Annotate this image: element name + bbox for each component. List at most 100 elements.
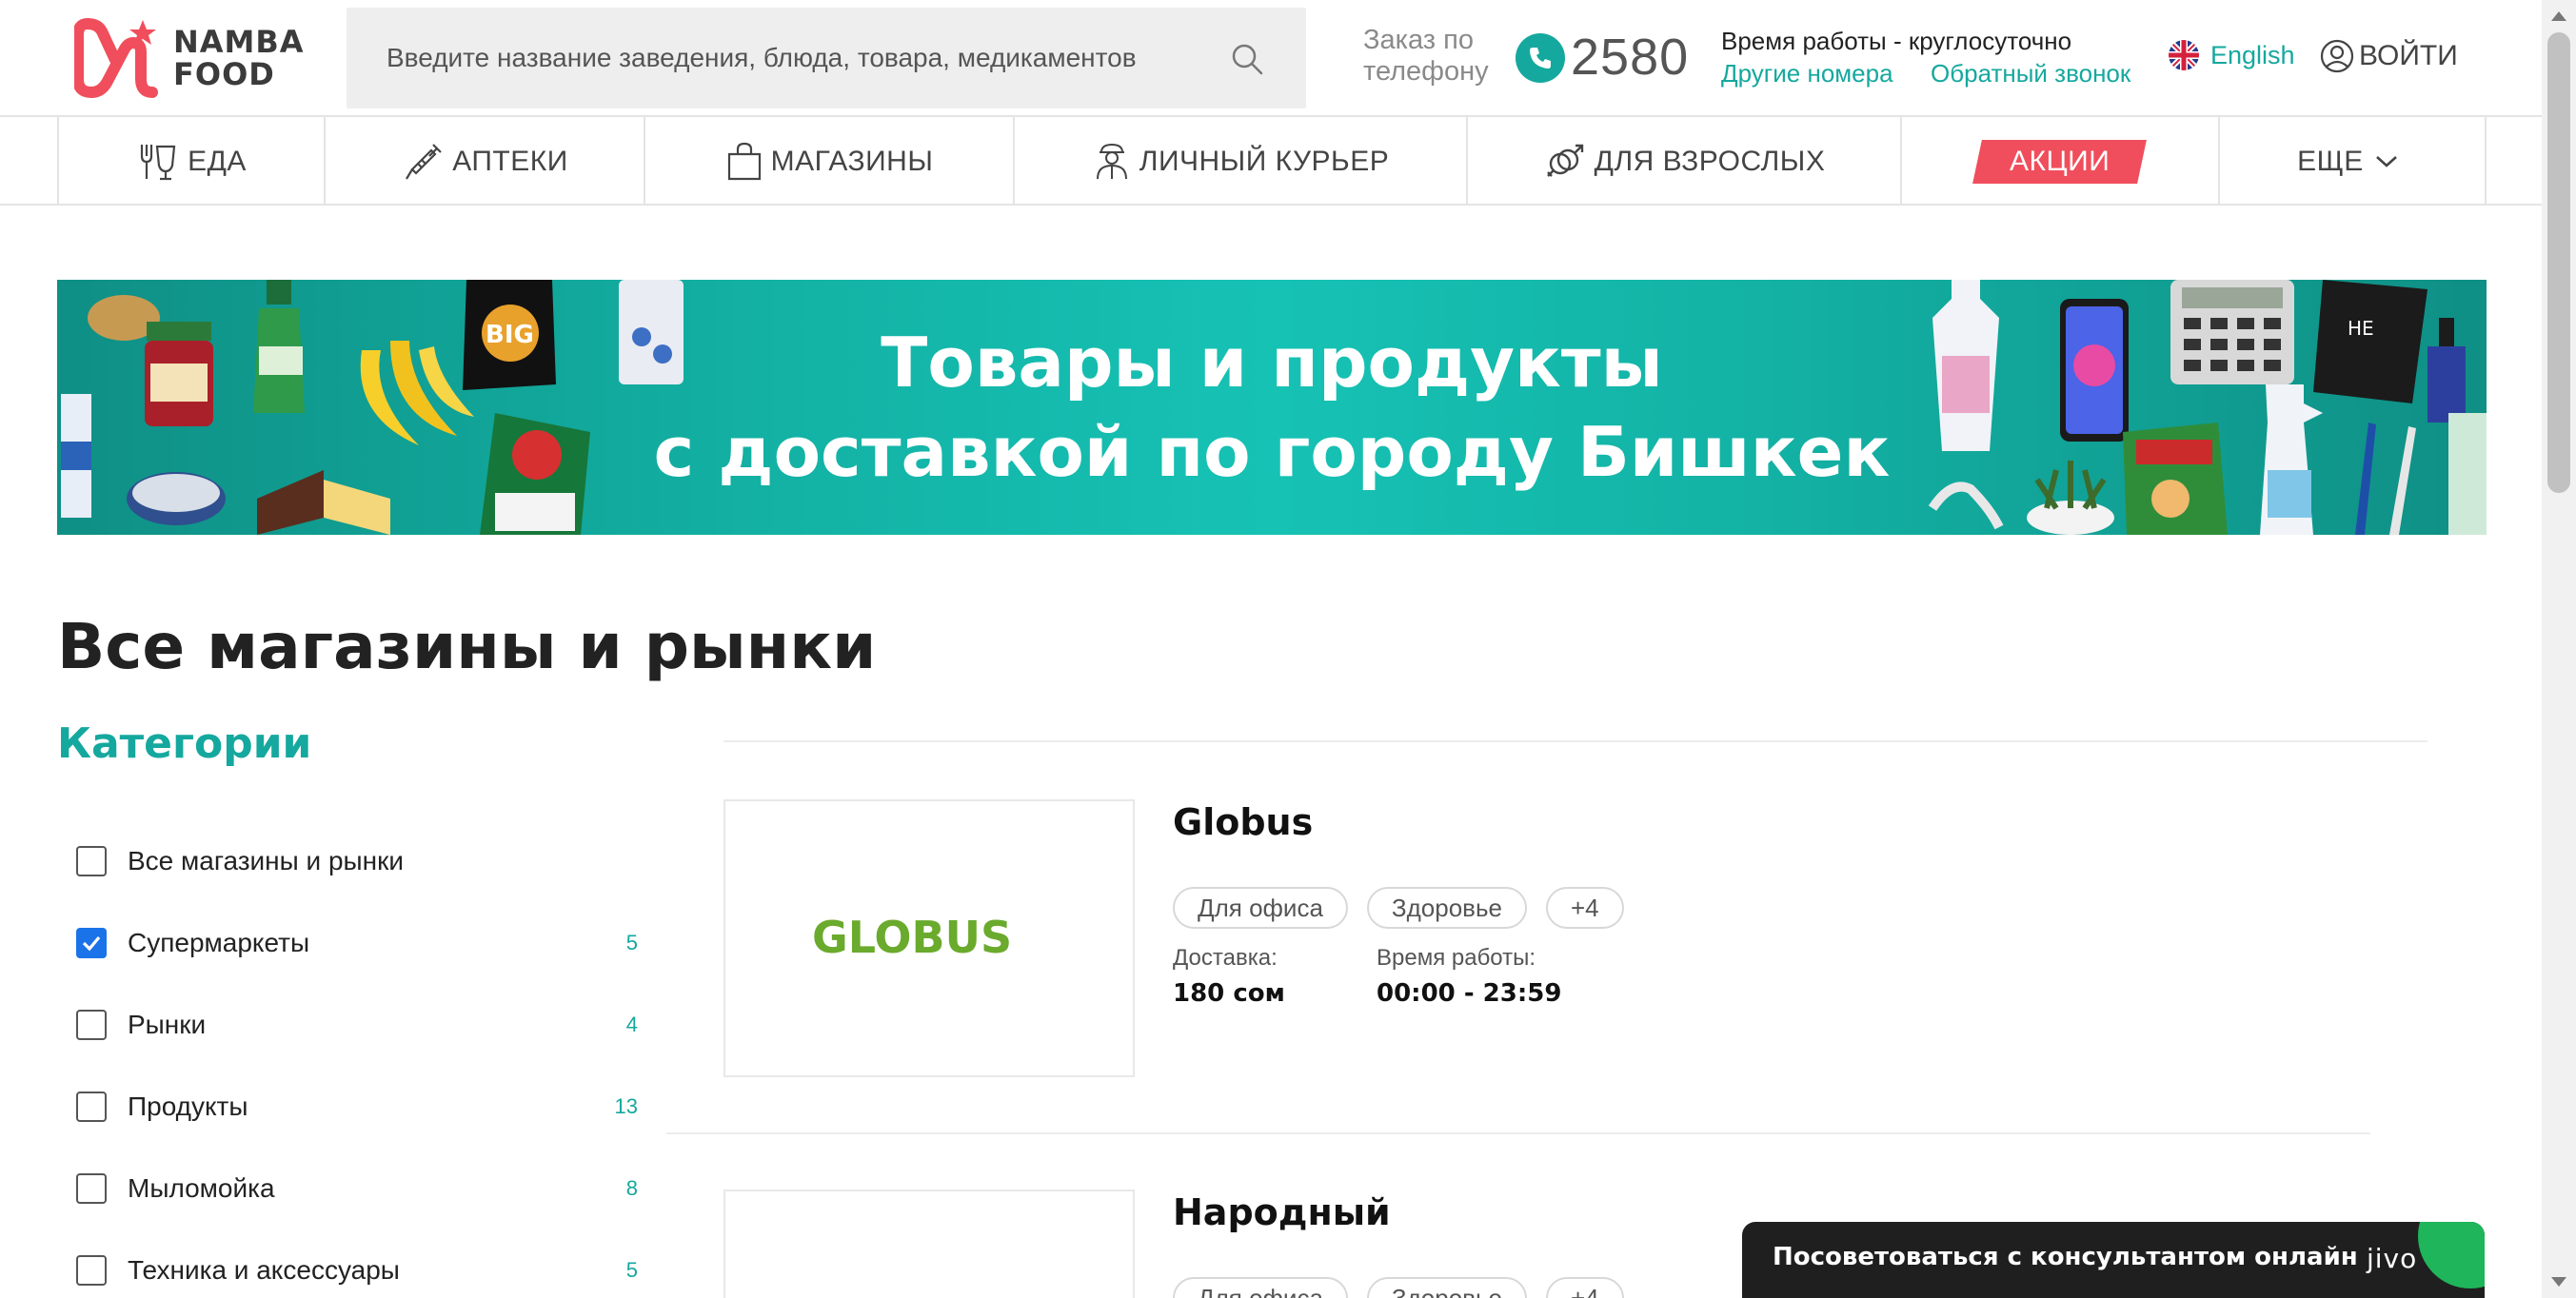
search-box — [347, 8, 1306, 108]
nav-label: ДЛЯ ВЗРОСЛЫХ — [1594, 145, 1826, 177]
nav-label: АПТЕКИ — [452, 145, 568, 177]
store-tag-more[interactable]: +4 — [1546, 887, 1624, 929]
uk-flag-icon — [2169, 40, 2199, 70]
nav-promo[interactable]: АКЦИИ — [1900, 117, 2218, 206]
category-item-all[interactable]: Все магазины и рынки — [76, 820, 638, 902]
scrollbar[interactable] — [2542, 0, 2576, 1298]
nav-label: ЕДА — [188, 145, 247, 177]
logo[interactable]: NAMBA FOOD — [74, 15, 312, 101]
chat-widget[interactable]: Посоветоваться с консультантом онлайн ji… — [1742, 1222, 2485, 1298]
store-tag[interactable]: Здоровье — [1366, 887, 1527, 929]
jivo-logo: jivo — [2367, 1243, 2418, 1274]
phone-icon[interactable] — [1516, 33, 1565, 83]
category-count: 5 — [625, 1258, 638, 1282]
callback-link[interactable]: Обратный звонок — [1931, 59, 2130, 88]
category-count: 8 — [625, 1176, 638, 1200]
delivery-label: Доставка: — [1173, 945, 1278, 971]
nav-label: ЕЩЕ — [2297, 145, 2364, 177]
store-name[interactable]: Globus — [1173, 799, 1313, 845]
language-label: English — [2210, 40, 2295, 69]
category-checkbox[interactable] — [76, 1173, 107, 1204]
category-checkbox[interactable] — [76, 1092, 107, 1122]
category-item-markets[interactable]: Рынки 4 — [76, 984, 638, 1066]
category-item-household[interactable]: Мыломойка 8 — [76, 1148, 638, 1229]
chat-status-indicator — [2418, 1222, 2485, 1288]
namba-logo-icon — [74, 18, 158, 99]
nav-courier[interactable]: ЛИЧНЫЙ КУРЬЕР — [1013, 117, 1466, 206]
category-label: Техника и аксессуары — [128, 1255, 400, 1285]
nav-more[interactable]: ЕЩЕ — [2218, 117, 2485, 206]
category-item-electronics[interactable]: Техника и аксессуары 5 — [76, 1229, 638, 1298]
language-switch[interactable]: English — [2169, 40, 2295, 70]
checkmark-icon — [82, 935, 101, 952]
nav-label: МАГАЗИНЫ — [770, 145, 934, 177]
login-label: ВОЙТИ — [2359, 40, 2458, 71]
header: NAMBA FOOD Заказ по телефону 2580 Время … — [0, 0, 2542, 117]
banner-line-2: с доставкой по городу Бишкек — [653, 412, 1891, 492]
nav-divider — [2485, 117, 2487, 206]
category-item-supermarkets[interactable]: Супермаркеты 5 — [76, 902, 638, 984]
page-title: Все магазины и рынки — [57, 610, 877, 683]
store-logo[interactable] — [723, 1190, 1135, 1298]
nav-pharmacy[interactable]: АПТЕКИ — [324, 117, 644, 206]
category-checkbox[interactable] — [76, 846, 107, 876]
nav-food[interactable]: ЕДА — [57, 117, 324, 206]
svg-text:GLOBUS: GLOBUS — [812, 912, 1012, 963]
courier-icon — [1096, 143, 1127, 179]
category-item-products[interactable]: Продукты 13 — [76, 1066, 638, 1148]
globus-logo: GLOBUS — [812, 912, 1012, 963]
shopping-bag-icon — [727, 142, 761, 180]
gender-icon — [1546, 144, 1583, 177]
banner-line-1: Товары и продукты — [881, 323, 1663, 403]
category-label: Супермаркеты — [128, 928, 310, 957]
category-count: 4 — [625, 1013, 638, 1036]
store-tag[interactable]: Для офиса — [1173, 887, 1348, 929]
scroll-up-arrow-icon[interactable] — [2551, 11, 2566, 21]
store-logo[interactable]: GLOBUS — [723, 799, 1135, 1077]
hours-info: Время работы: 00:00 - 23:59 — [1377, 944, 1561, 1014]
delivery-info: Доставка: 180 сом — [1173, 944, 1285, 1014]
banner-text: Товары и продукты с доставкой по городу … — [57, 318, 2487, 497]
main-nav: ЕДА АПТЕКИ МАГАЗИНЫ ЛИЧНЫЙ КУРЬЕР ДЛЯ ВЗ… — [0, 117, 2542, 206]
hours-value: 00:00 - 23:59 — [1377, 979, 1562, 1008]
user-icon — [2320, 39, 2354, 73]
category-count: 13 — [614, 1094, 638, 1118]
store-tag[interactable]: Для офиса — [1173, 1277, 1348, 1298]
category-count: 5 — [625, 931, 638, 954]
nav-label: АКЦИИ — [2010, 145, 2110, 177]
promo-banner[interactable]: BIG НЕ Товары и продукты с доставкой по … — [57, 280, 2487, 535]
scroll-thumb[interactable] — [2547, 32, 2570, 493]
promo-badge: АКЦИИ — [1972, 139, 2148, 184]
store-tags: Для офиса Здоровье +4 — [1173, 887, 1643, 929]
divider — [666, 1132, 2370, 1134]
category-label: Рынки — [128, 1010, 207, 1039]
category-label: Все магазины и рынки — [128, 846, 405, 875]
search-input[interactable] — [386, 8, 1224, 108]
category-label: Продукты — [128, 1092, 248, 1121]
nav-shops[interactable]: МАГАЗИНЫ — [644, 117, 1013, 206]
category-checkbox[interactable] — [76, 928, 107, 958]
category-checkbox[interactable] — [76, 1255, 107, 1286]
store-tag[interactable]: Здоровье — [1366, 1277, 1527, 1298]
phone-number[interactable]: 2580 — [1571, 27, 1689, 88]
other-numbers-link[interactable]: Другие номера — [1721, 59, 1893, 88]
store-card[interactable]: GLOBUS Globus Для офиса Здоровье +4 Дост… — [723, 799, 2427, 1085]
work-hours: Время работы - круглосуточно — [1721, 27, 2072, 55]
store-tag-more[interactable]: +4 — [1546, 1277, 1624, 1298]
divider — [723, 740, 2427, 742]
fork-cup-icon — [140, 144, 176, 180]
nav-label: ЛИЧНЫЙ КУРЬЕР — [1139, 145, 1390, 177]
store-name[interactable]: Народный — [1173, 1190, 1391, 1235]
search-icon[interactable] — [1230, 42, 1264, 76]
scroll-down-arrow-icon[interactable] — [2551, 1277, 2566, 1287]
syringe-icon — [406, 143, 442, 180]
hours-label: Время работы: — [1377, 945, 1536, 971]
store-tags: Для офиса Здоровье +4 — [1173, 1277, 1643, 1298]
chat-text: Посоветоваться с консультантом онлайн — [1773, 1243, 2358, 1271]
chevron-down-icon — [2375, 155, 2397, 167]
login-button[interactable]: ВОЙТИ — [2319, 38, 2458, 74]
category-checkbox[interactable] — [76, 1010, 107, 1040]
category-label: Мыломойка — [128, 1173, 275, 1203]
nav-adult[interactable]: ДЛЯ ВЗРОСЛЫХ — [1466, 117, 1900, 206]
logo-text: NAMBA FOOD — [173, 24, 305, 92]
